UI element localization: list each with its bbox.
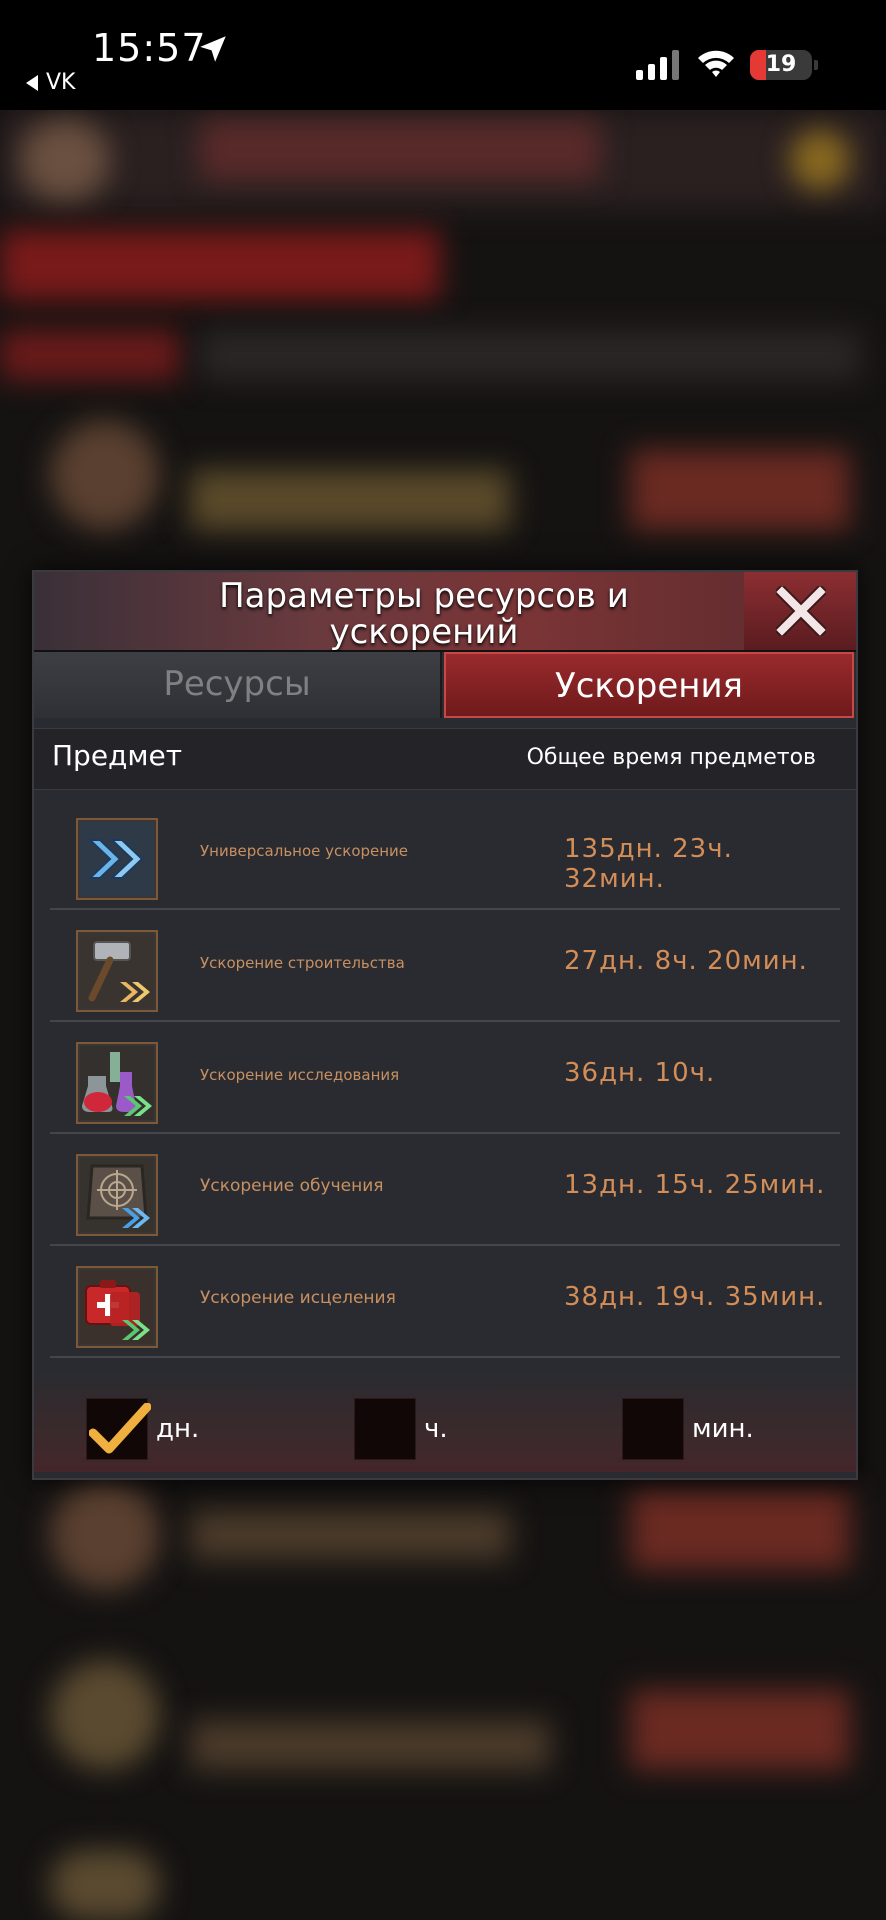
item-total-time: 135дн. 23ч. 32мин. — [564, 834, 733, 894]
back-to-app-link[interactable]: VK — [26, 70, 75, 95]
table-row: Ускорение исцеления 38дн. 19ч. 35мин. — [50, 1246, 840, 1358]
unit-hours-checkbox[interactable] — [354, 1398, 416, 1460]
status-bar: 15:57 VK 19 — [0, 0, 886, 110]
tab-bar: Ресурсы Ускорения — [34, 652, 856, 718]
unit-days-label: дн. — [156, 1414, 200, 1444]
tab-speedups[interactable]: Ускорения — [444, 652, 854, 718]
universal-speedup-icon — [76, 818, 158, 900]
item-total-time: 36дн. 10ч. — [564, 1058, 716, 1088]
item-total-time: 38дн. 19ч. 35мин. — [564, 1282, 826, 1312]
cellular-signal-icon — [636, 50, 679, 80]
medkit-speedup-icon — [76, 1266, 158, 1348]
back-app-label: VK — [46, 70, 76, 95]
battery-indicator: 19 — [750, 50, 818, 80]
table-row: Ускорение исследования 36дн. 10ч. — [50, 1022, 840, 1134]
location-arrow-icon — [200, 36, 226, 62]
clock: 15:57 — [92, 26, 207, 70]
resources-speedups-dialog: Параметры ресурсов и ускорений Ресурсы У… — [32, 570, 858, 1480]
column-header: Предмет Общее время предметов — [34, 728, 856, 790]
column-item-label: Предмет — [52, 739, 183, 772]
item-name: Ускорение исследования — [200, 1066, 400, 1084]
tab-resources[interactable]: Ресурсы — [34, 652, 442, 718]
table-row: Универсальное ускорение 135дн. 23ч. 32ми… — [50, 798, 840, 910]
item-total-time: 27дн. 8ч. 20мин. — [564, 946, 808, 976]
close-button[interactable] — [744, 572, 856, 650]
target-speedup-icon — [76, 1154, 158, 1236]
back-triangle-icon — [26, 75, 38, 91]
item-name: Ускорение строительства — [200, 954, 405, 972]
unit-minutes-checkbox[interactable] — [622, 1398, 684, 1460]
item-name: Универсальное ускорение — [200, 842, 409, 860]
item-total-time: 13дн. 15ч. 25мин. — [564, 1170, 826, 1200]
wifi-icon — [698, 50, 734, 77]
speedup-list: Универсальное ускорение 135дн. 23ч. 32ми… — [50, 798, 840, 1358]
unit-hours-label: ч. — [424, 1414, 448, 1444]
dialog-header: Параметры ресурсов и ускорений — [34, 572, 856, 652]
item-name: Ускорение исцеления — [200, 1288, 396, 1308]
table-row: Ускорение обучения 13дн. 15ч. 25мин. — [50, 1134, 840, 1246]
battery-level: 19 — [765, 52, 797, 77]
checkmark-icon — [89, 1403, 151, 1454]
dialog-title: Параметры ресурсов и ускорений — [219, 576, 629, 652]
flask-speedup-icon — [76, 1042, 158, 1124]
unit-days-checkbox[interactable] — [86, 1398, 151, 1460]
time-unit-options: дн. ч. мин. — [34, 1372, 856, 1472]
unit-minutes-label: мин. — [692, 1414, 754, 1444]
close-icon — [776, 586, 826, 636]
hammer-speedup-icon — [76, 930, 158, 1012]
column-total-time-label: Общее время предметов — [526, 745, 816, 770]
table-row: Ускорение строительства 27дн. 8ч. 20мин. — [50, 910, 840, 1022]
item-name: Ускорение обучения — [200, 1176, 384, 1196]
